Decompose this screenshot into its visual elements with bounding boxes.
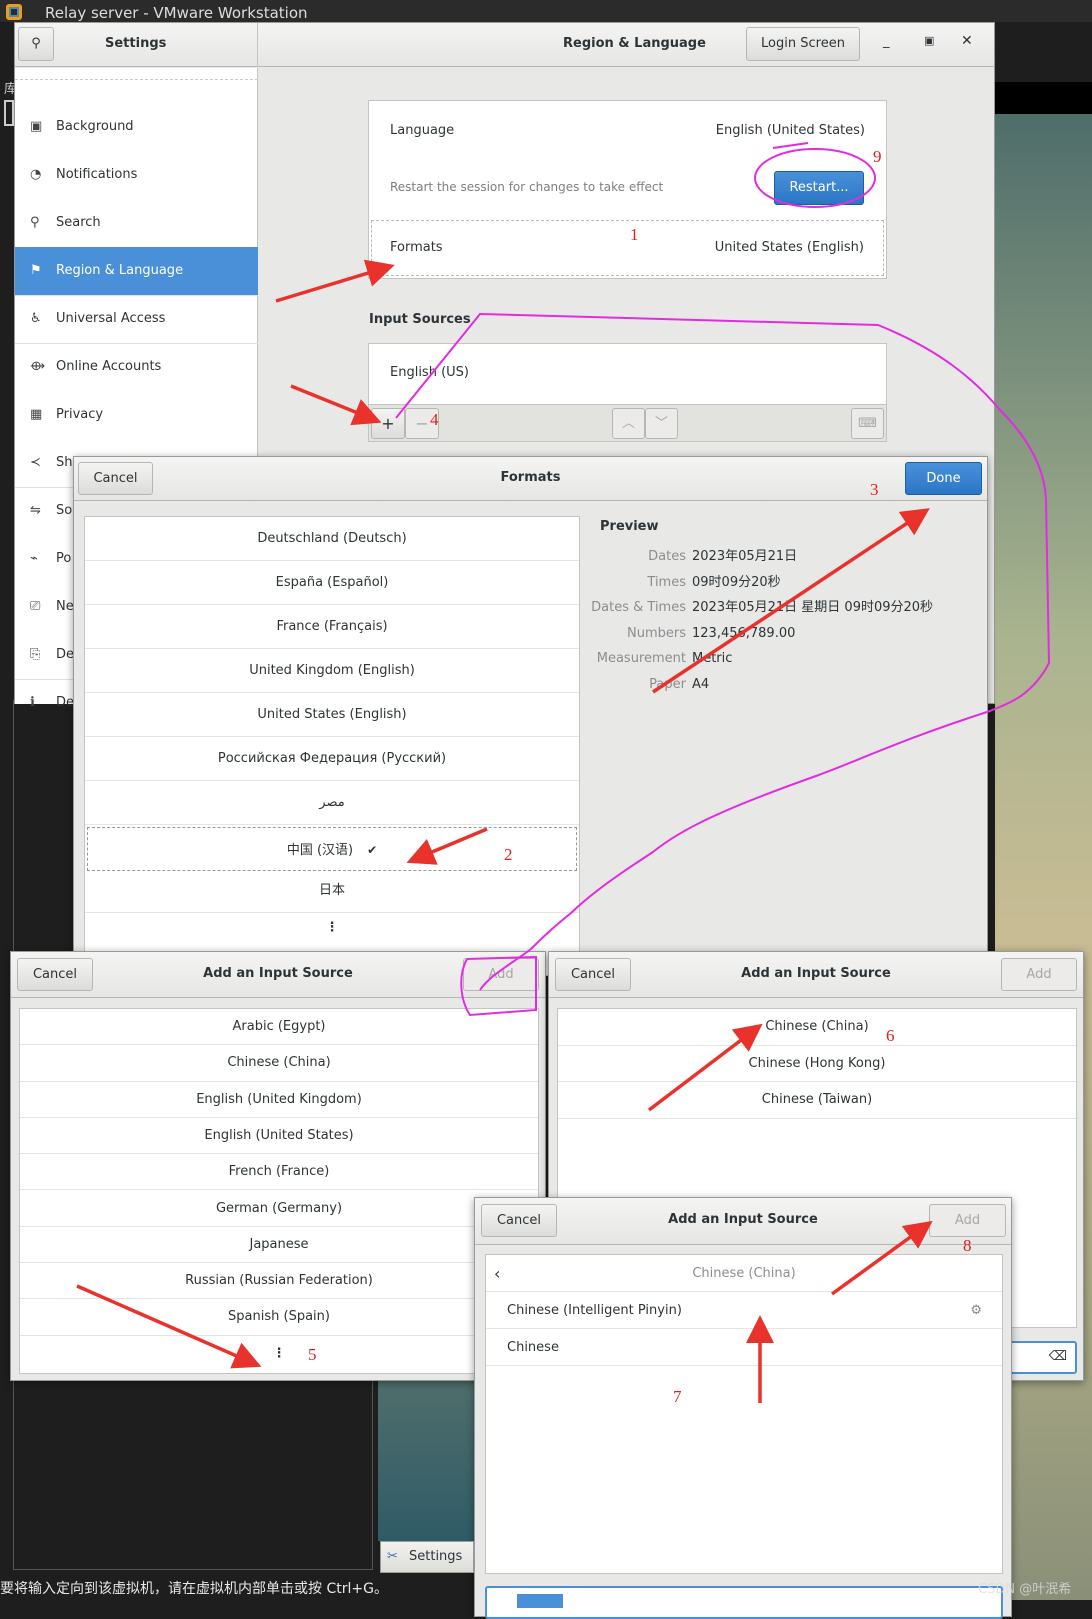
annotation-arrow xyxy=(275,259,395,303)
annotation-arrow xyxy=(76,1284,262,1369)
annotation-number: 4 xyxy=(430,410,439,429)
annotation-box xyxy=(460,955,537,1017)
annotation-overlay xyxy=(76,142,1051,1403)
annotation-number: 8 xyxy=(963,1236,972,1255)
annotation-arrow xyxy=(290,384,382,426)
annotation-circle xyxy=(754,148,876,208)
annotation-number: 1 xyxy=(630,225,639,244)
annotation-arrow xyxy=(406,827,488,865)
annotation-arrow xyxy=(647,1023,763,1112)
annotation-number: 6 xyxy=(886,1026,895,1045)
annotation-number: 7 xyxy=(673,1387,682,1406)
annotation-stroke xyxy=(772,142,809,149)
annotation-arrow xyxy=(830,1220,933,1296)
annotation-number: 5 xyxy=(308,1345,317,1364)
annotation-number: 2 xyxy=(504,845,513,864)
annotation-number: 3 xyxy=(870,480,879,499)
annotation-loop xyxy=(395,312,1051,991)
annotation-number: 9 xyxy=(873,147,882,166)
annotation-arrow xyxy=(652,508,930,694)
